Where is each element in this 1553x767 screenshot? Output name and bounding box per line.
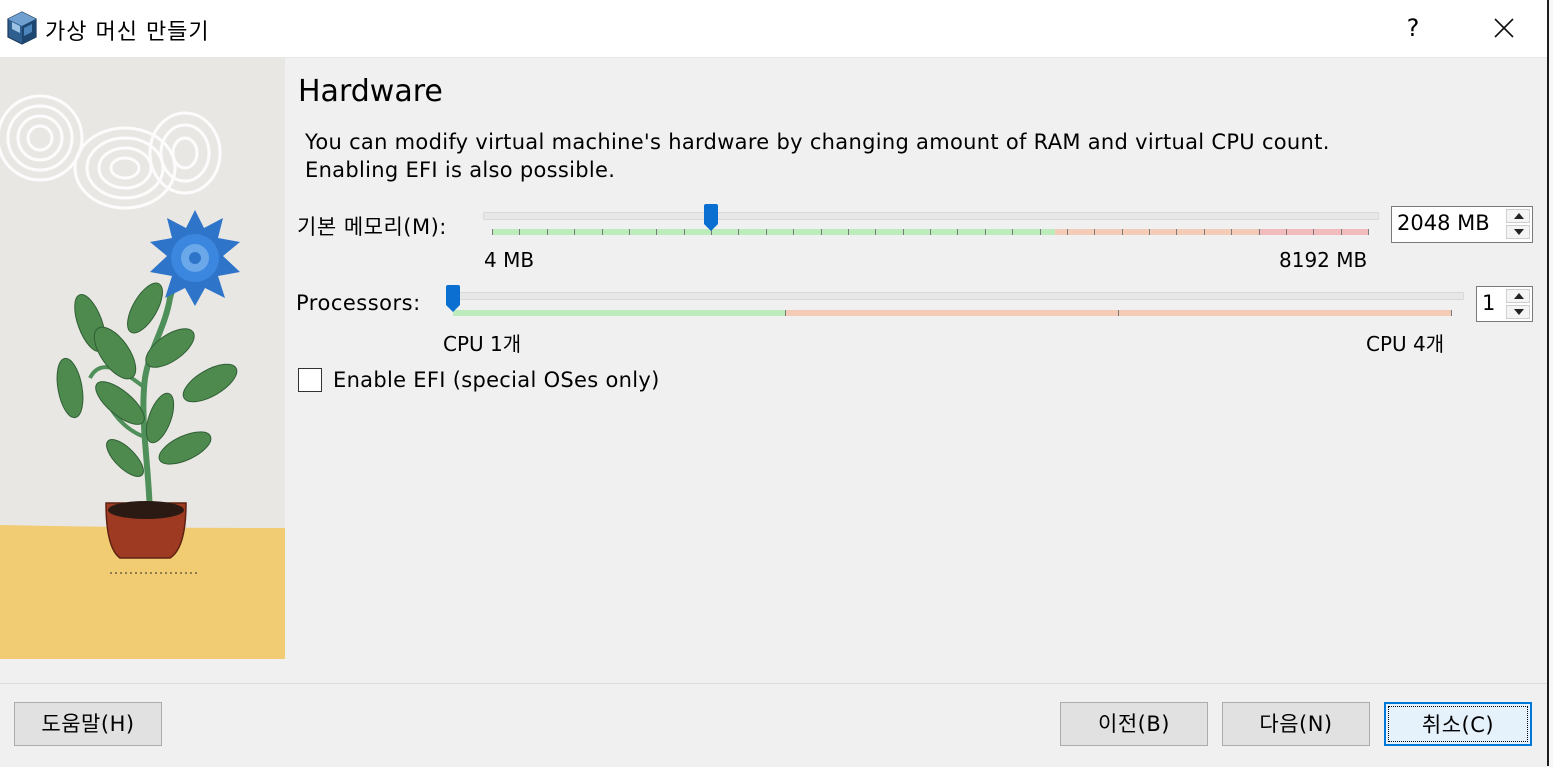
processors-spin-buttons <box>1506 289 1530 319</box>
memory-tick <box>738 229 740 235</box>
efi-checkbox[interactable] <box>298 368 322 392</box>
chevron-down-icon <box>1514 229 1524 235</box>
next-button[interactable]: 다음(N) <box>1222 702 1370 746</box>
memory-slider-groove <box>483 212 1379 220</box>
page-description: You can modify virtual machine's hardwar… <box>305 128 1505 184</box>
description-line-1: You can modify virtual machine's hardwar… <box>305 130 1330 154</box>
memory-zone-orange <box>1055 229 1258 235</box>
memory-tick <box>1121 229 1123 235</box>
memory-tick <box>820 229 822 235</box>
memory-tick <box>793 229 795 235</box>
processors-label: Processors: <box>296 291 421 315</box>
memory-tick <box>875 229 877 235</box>
back-button[interactable]: 이전(B) <box>1060 702 1208 746</box>
memory-zone-green <box>492 229 1055 235</box>
processors-zone-green <box>453 310 785 316</box>
chevron-up-icon <box>1514 213 1524 219</box>
memory-tick <box>1258 229 1260 235</box>
memory-label: 기본 메모리(M): <box>297 215 447 239</box>
memory-tick <box>1149 229 1150 235</box>
page-heading: Hardware <box>298 74 443 109</box>
processors-min-label: CPU 1개 <box>443 332 522 356</box>
footer-spacer <box>0 659 1548 683</box>
efi-checkbox-label[interactable]: Enable EFI (special OSes only) <box>333 368 660 392</box>
memory-tick <box>1313 229 1315 235</box>
processors-max-label: CPU 4개 <box>1366 332 1445 356</box>
memory-tick <box>1368 229 1369 235</box>
memory-tick <box>1285 229 1287 235</box>
wizard-illustration <box>0 58 285 659</box>
memory-tick <box>847 229 849 235</box>
memory-tick <box>656 229 658 235</box>
memory-tick <box>1066 229 1068 235</box>
memory-spin-buttons <box>1506 209 1530 240</box>
processors-tick <box>785 310 786 316</box>
processors-spinbox[interactable]: 1 <box>1476 286 1533 322</box>
memory-value[interactable]: 2048 MB <box>1397 211 1490 235</box>
memory-tick <box>601 229 603 235</box>
memory-tick <box>683 229 685 235</box>
memory-tick <box>1203 229 1205 235</box>
memory-decrement-button[interactable] <box>1506 225 1530 239</box>
processors-decrement-button[interactable] <box>1506 305 1530 319</box>
memory-tick <box>1094 229 1096 235</box>
help-dialog-button[interactable]: 도움말(H) <box>14 702 162 746</box>
memory-tick <box>492 229 493 235</box>
memory-tick <box>574 229 576 235</box>
processors-increment-button[interactable] <box>1506 289 1530 303</box>
window-edge-light <box>1549 0 1553 766</box>
memory-tick <box>957 229 959 235</box>
memory-tick <box>1340 229 1342 235</box>
memory-tick <box>984 229 986 235</box>
memory-tick <box>546 229 548 235</box>
memory-tick <box>765 229 767 235</box>
memory-tick <box>628 229 630 235</box>
help-button[interactable]: ? <box>1395 10 1431 46</box>
title-bar: 가상 머신 만들기 ? <box>0 0 1553 58</box>
memory-tick <box>1231 229 1233 235</box>
memory-tick <box>519 229 521 235</box>
cancel-button[interactable]: 취소(C) <box>1384 702 1532 746</box>
memory-tick <box>1039 229 1041 235</box>
description-line-2: Enabling EFI is also possible. <box>305 158 616 182</box>
memory-tick <box>930 229 931 235</box>
processors-slider-thumb[interactable] <box>445 285 461 317</box>
memory-tick <box>1176 229 1178 235</box>
memory-max-label: 8192 MB <box>1279 248 1368 272</box>
processors-tick <box>1451 310 1452 316</box>
processors-slider-groove <box>446 292 1464 300</box>
window-title: 가상 머신 만들기 <box>45 20 210 45</box>
memory-slider-thumb[interactable] <box>703 204 719 236</box>
virtualbox-icon <box>7 11 37 45</box>
processors-tick <box>1118 310 1119 316</box>
close-button[interactable] <box>1482 10 1526 46</box>
close-icon <box>1494 18 1514 38</box>
memory-increment-button[interactable] <box>1506 209 1530 223</box>
memory-min-label: 4 MB <box>484 248 535 272</box>
processors-value[interactable]: 1 <box>1482 291 1495 315</box>
memory-tick <box>902 229 904 235</box>
memory-tick <box>1012 229 1014 235</box>
memory-spinbox[interactable]: 2048 MB <box>1391 206 1533 243</box>
chevron-down-icon <box>1514 309 1524 315</box>
chevron-up-icon <box>1514 293 1524 299</box>
